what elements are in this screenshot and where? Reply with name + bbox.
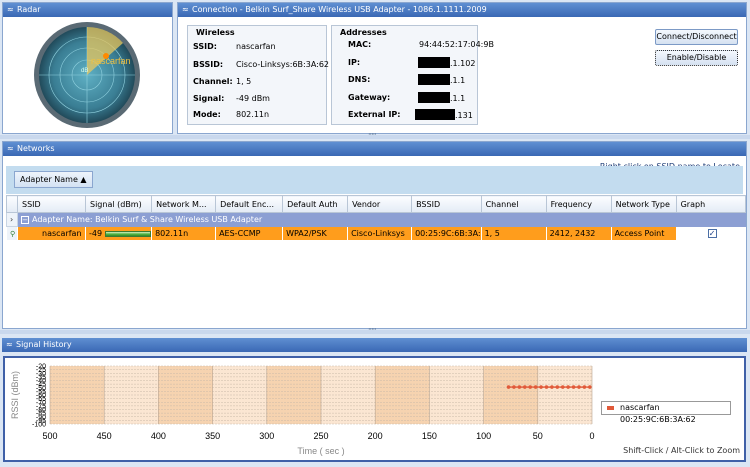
column-header-channel[interactable]: Channel [480, 195, 547, 213]
radar-panel: ≈ Radar nascarfan dB [2, 2, 173, 134]
cell-graph: ✓ [675, 226, 746, 241]
gateway-label: Gateway: [348, 93, 391, 102]
networks-table: SSID Signal (dBm) Network M... Default E… [6, 195, 746, 241]
dns-label: DNS: [348, 75, 371, 84]
channel-value: 1, 5 [236, 77, 252, 86]
redacted-block [418, 92, 450, 103]
addresses-box: Addresses MAC: 94:44:52:17:04:9B IP: .1.… [331, 25, 494, 125]
networks-title-bar[interactable]: ≈ Networks [3, 142, 746, 156]
radar-blip-label: nascarfan [91, 56, 131, 66]
column-header-bssid[interactable]: BSSID [411, 195, 482, 213]
group-by-adapter-button[interactable]: Adapter Name ▲ [14, 171, 93, 188]
signal-history-title: Signal History [16, 340, 72, 349]
zoom-hint: Shift-Click / Alt-Click to Zoom [623, 446, 740, 455]
graph-checkbox[interactable]: ✓ [707, 229, 717, 238]
ip-value: .1.102 [418, 57, 475, 68]
mac-value: 94:44:52:17:04:9B [419, 40, 494, 49]
cell-ssid[interactable]: nascarfan [17, 226, 86, 241]
addresses-heading: Addresses [340, 28, 387, 37]
bssid-label: BSSID: [193, 60, 224, 69]
group-by-panel: Adapter Name ▲ [6, 166, 743, 194]
external-ip-label: External IP: [348, 110, 401, 119]
channel-label: Channel: [193, 77, 233, 86]
column-header-graph[interactable]: Graph [675, 195, 746, 213]
radar-title-bar[interactable]: ≈ Radar [3, 3, 172, 17]
ip-label: IP: [348, 58, 361, 67]
signal-strength-bar [105, 231, 151, 237]
external-ip-value: .131 [415, 109, 473, 120]
connection-title: Connection - Belkin Surf_Share Wireless … [192, 5, 487, 14]
enable-disable-button[interactable]: Enable/Disable [655, 50, 738, 66]
cell-frequency: 2412, 2432 [545, 226, 612, 241]
ssid-label: SSID: [193, 42, 217, 51]
collapse-chevron-icon[interactable]: ≈ [182, 3, 192, 17]
column-header-frequency[interactable]: Frequency [545, 195, 612, 213]
collapse-chevron-icon[interactable]: ≈ [7, 142, 17, 156]
mode-label: Mode: [193, 110, 221, 119]
radar-display: nascarfan dB [34, 22, 140, 128]
cell-network-type: Access Point [610, 226, 677, 241]
redacted-block [418, 57, 450, 68]
networks-title: Networks [17, 144, 55, 153]
table-header-row: SSID Signal (dBm) Network M... Default E… [6, 195, 746, 213]
column-header-signal[interactable]: Signal (dBm) [84, 195, 153, 213]
connect-disconnect-button[interactable]: Connect/Disconnect [655, 29, 738, 45]
connection-title-bar[interactable]: ≈ Connection - Belkin Surf_Share Wireless… [178, 3, 746, 17]
adapter-group-row[interactable]: › − Adapter Name: Belkin Surf & Share Wir… [6, 212, 746, 227]
connection-panel: ≈ Connection - Belkin Surf_Share Wireless… [177, 2, 747, 134]
splitter-top[interactable]: ····· [0, 130, 750, 139]
cell-vendor: Cisco-Linksys [347, 226, 413, 241]
wireless-heading: Wireless [196, 28, 235, 37]
mac-label: MAC: [348, 40, 372, 49]
bssid-value: Cisco-Linksys:6B:3A:62 [236, 60, 330, 69]
splitter-bottom[interactable]: ····· [0, 325, 750, 334]
cell-network-mode: 802.11n [151, 226, 217, 241]
cell-encryption: AES-CCMP [215, 226, 284, 241]
collapse-group-icon[interactable]: − [21, 216, 29, 224]
column-header-network-type[interactable]: Network Type [610, 195, 677, 213]
ssid-value: nascarfan [236, 42, 276, 51]
redacted-block [418, 74, 450, 85]
row-indicator-header [6, 195, 18, 213]
cell-signal: -49 [84, 226, 153, 241]
redacted-block [415, 109, 455, 120]
column-header-ssid[interactable]: SSID [17, 195, 86, 213]
radar-title: Radar [17, 5, 41, 14]
signal-label: Signal: [193, 94, 225, 103]
mode-value: 802.11n [236, 110, 270, 119]
chart-legend[interactable]: nascarfan 00:25:9C:6B:3A:62 [601, 401, 731, 424]
row-network-icon: ⚲ [6, 226, 18, 241]
legend-series-label: nascarfan 00:25:9C:6B:3A:62 [620, 403, 696, 424]
wireless-box: Wireless SSID: nascarfan BSSID: Cisco-Li… [187, 25, 330, 125]
gateway-value: .1.1 [418, 92, 465, 103]
radar-center-label: dB [81, 68, 88, 74]
legend-series-marker [607, 406, 614, 410]
column-header-default-encryption[interactable]: Default Enc... [215, 195, 284, 213]
collapse-chevron-icon[interactable]: ≈ [7, 3, 17, 17]
cell-channel: 1, 5 [480, 226, 547, 241]
cell-auth: WPA2/PSK [282, 226, 349, 241]
expand-arrow-icon[interactable]: › [6, 212, 18, 227]
column-header-vendor[interactable]: Vendor [347, 195, 413, 213]
dns-value: .1.1 [418, 74, 465, 85]
column-header-default-auth[interactable]: Default Auth [282, 195, 349, 213]
signal-value: -49 dBm [236, 94, 270, 103]
group-row-label: Adapter Name: Belkin Surf & Share Wirele… [32, 215, 263, 224]
cell-bssid: 00:25:9C:6B:3A: [411, 226, 482, 241]
column-header-network-mode[interactable]: Network M... [151, 195, 217, 213]
table-row[interactable]: ⚲ nascarfan -49 802.11n AES-CCMP WPA2/PS… [6, 226, 746, 241]
collapse-chevron-icon[interactable]: ≈ [6, 338, 16, 352]
signal-history-title-bar[interactable]: ≈ Signal History [2, 338, 747, 352]
